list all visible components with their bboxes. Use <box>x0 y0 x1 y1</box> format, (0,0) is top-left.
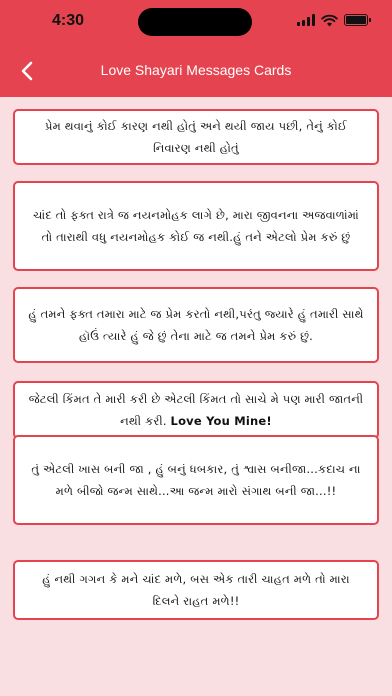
message-text: તું એટલી ખાસ બની જા , હું બનું ધબકાર, તુ… <box>31 462 361 498</box>
status-time: 4:30 <box>52 12 85 29</box>
page-title: Love Shayari Messages Cards <box>100 62 292 78</box>
message-card[interactable]: હું તમને ફક્ત તમારા માટે જ પ્રેમ કરતો નથ… <box>13 287 379 363</box>
wifi-icon <box>321 14 338 26</box>
app-header: 4:30 Love Shayari Messages Cards <box>0 0 392 97</box>
message-card[interactable]: ચાંદ તો ફક્ત રાત્રે જ નયનમોહક લાગે છે, મ… <box>13 181 379 271</box>
message-card[interactable]: તું એટલી ખાસ બની જા , હું બનું ધબકાર, તુ… <box>13 435 379 525</box>
message-text: ચાંદ તો ફક્ત રાત્રે જ નયનમોહક લાગે છે, મ… <box>33 208 359 244</box>
message-text: હું તમને ફક્ત તમારા માટે જ પ્રેમ કરતો નથ… <box>28 307 364 343</box>
message-text: હું નથી ગગન કે મને ચાંદ મળે, બસ એક તારી … <box>42 572 350 608</box>
message-text-bold: Love You Mine! <box>170 414 272 428</box>
message-text: પ્રેમ થવાનું કોઈ કારણ નથી હોતું અને થયી … <box>44 119 348 155</box>
message-card[interactable]: પ્રેમ થવાનું કોઈ કારણ નથી હોતું અને થયી … <box>13 109 379 165</box>
battery-icon <box>344 14 371 26</box>
message-card[interactable]: હું નથી ગગન કે મને ચાંદ મળે, બસ એક તારી … <box>13 560 379 620</box>
status-bar: 4:30 <box>0 0 392 44</box>
signal-icon <box>297 14 315 26</box>
message-text: જેટલી કિંમત તે મારી કરી છે એટલી કિંમત તો… <box>27 388 365 432</box>
status-icons <box>297 13 371 27</box>
dynamic-island <box>138 8 252 36</box>
message-card[interactable]: જેટલી કિંમત તે મારી કરી છે એટલી કિંમત તો… <box>13 381 379 439</box>
nav-bar: Love Shayari Messages Cards <box>0 48 392 94</box>
